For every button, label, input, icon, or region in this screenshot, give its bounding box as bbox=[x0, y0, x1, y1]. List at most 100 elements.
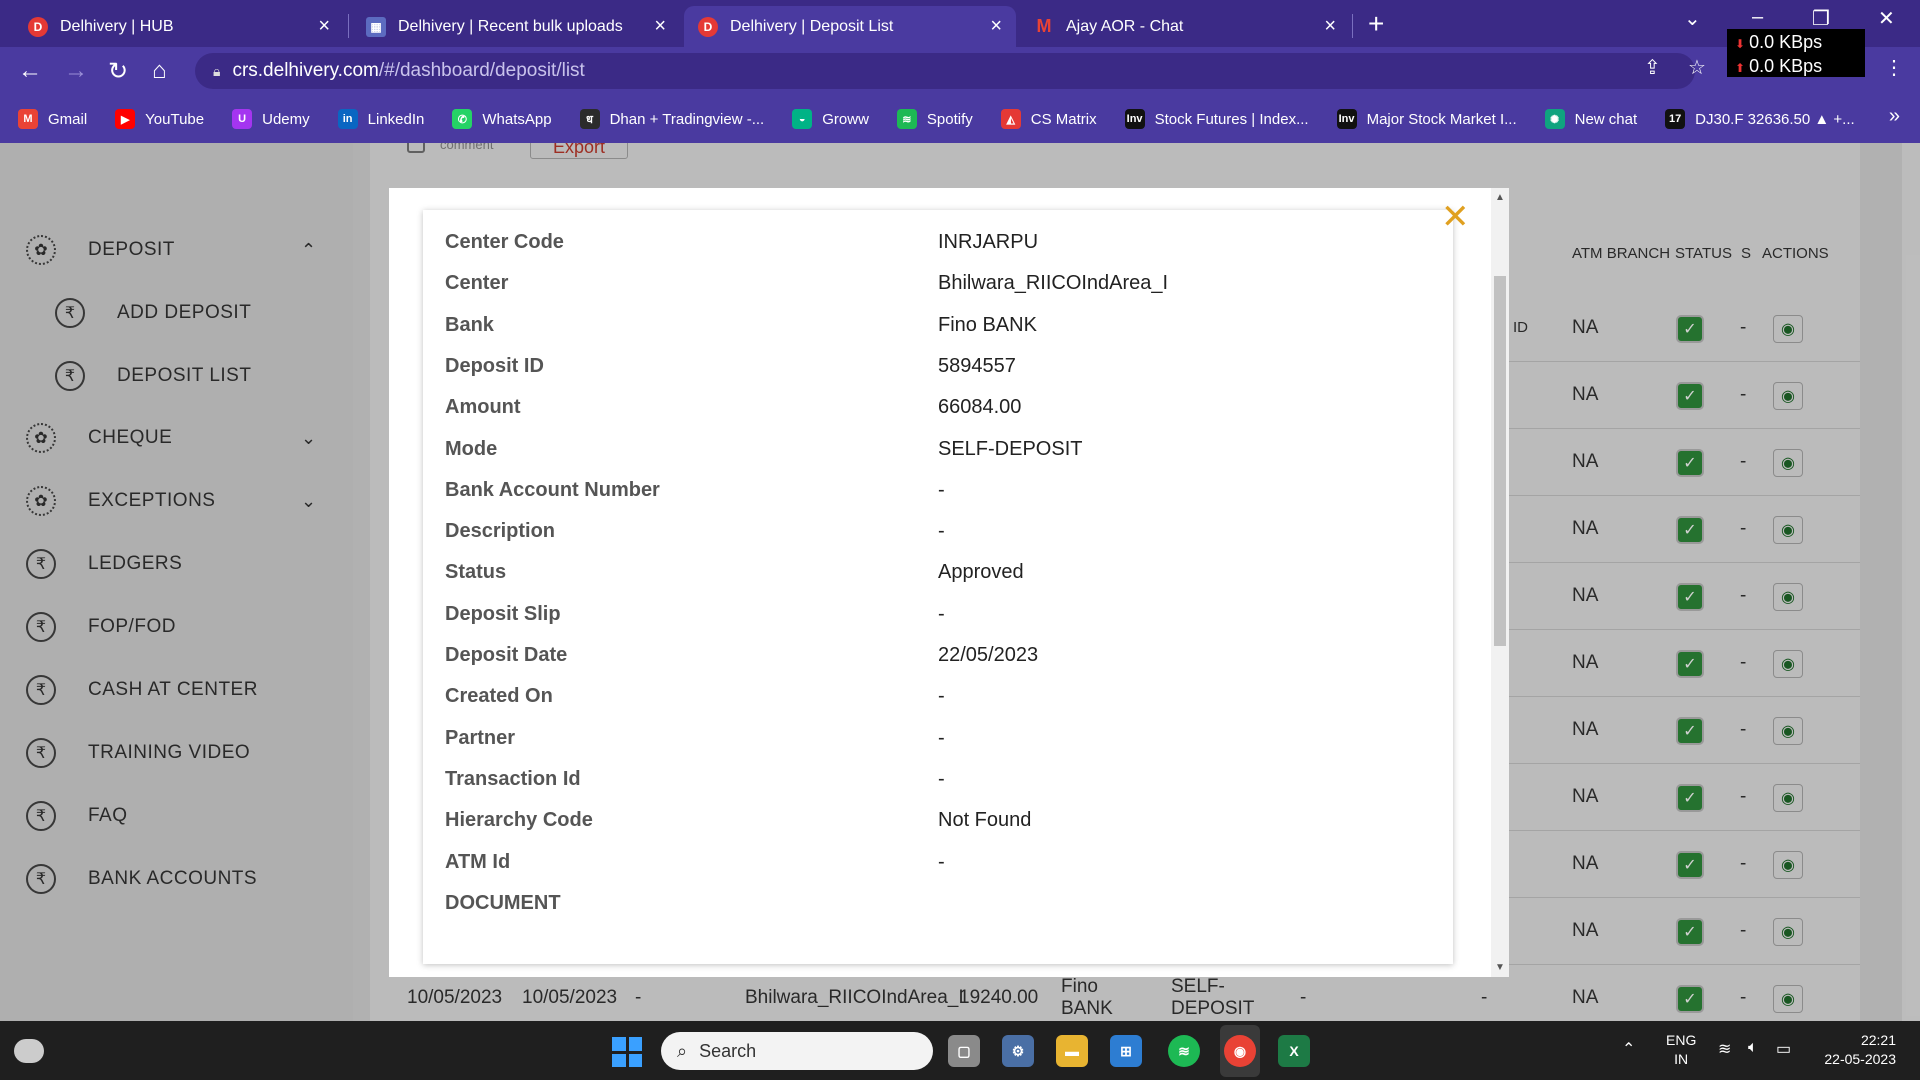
detail-label: Mode bbox=[445, 437, 498, 460]
detail-value: Bhilwara_RIICOIndArea_I bbox=[938, 272, 1169, 295]
bookmark-item[interactable]: ▶ YouTube bbox=[115, 109, 204, 129]
bookmark-icon: ◒ bbox=[792, 109, 813, 129]
back-arrow-icon[interactable]: ← bbox=[18, 57, 42, 85]
clock-date: 22-05-2023 bbox=[1824, 1051, 1896, 1067]
menu-dots-icon[interactable]: ⋮ bbox=[1884, 55, 1904, 80]
bookmark-item[interactable]: U Udemy bbox=[232, 109, 310, 129]
detail-row-document: DOCUMENT bbox=[423, 892, 1423, 924]
home-icon[interactable]: ⌂ bbox=[152, 57, 167, 85]
bookmark-item[interactable]: Inv Stock Futures | Index... bbox=[1124, 109, 1309, 129]
detail-value: - bbox=[938, 850, 945, 873]
clock[interactable]: 22:21 22-05-2023 bbox=[1818, 1031, 1896, 1069]
bookmark-icon: ◭ bbox=[1000, 109, 1021, 129]
address-bar-row: ← → ↻ ⌂ 🔒︎ crs.delhivery.com /#/dashboar… bbox=[0, 47, 1920, 95]
detail-label: Center Code bbox=[445, 231, 564, 253]
excel-icon[interactable]: X bbox=[1278, 1035, 1310, 1067]
lock-icon[interactable]: 🔒︎ bbox=[213, 63, 220, 80]
detail-value: 22/05/2023 bbox=[938, 644, 1039, 666]
bookmarks-bar: M Gmail ▶ YouTube U Udemy in LinkedIn ✆ WhatsApp ध… bbox=[0, 95, 1920, 143]
tab-title: Delhivery | Recent bulk uploads bbox=[398, 17, 623, 35]
minimize-button[interactable]: – bbox=[1752, 6, 1763, 29]
detail-label: Partner bbox=[445, 726, 516, 749]
detail-value: - bbox=[938, 767, 945, 790]
url-host: crs.delhivery.com bbox=[232, 60, 379, 81]
bookmark-icon: ✆ bbox=[452, 109, 473, 129]
tab-divider bbox=[348, 14, 349, 38]
bookmark-item[interactable]: 17 DJ30.F 32636.50 ▲ +... bbox=[1665, 109, 1855, 129]
bookmark-item[interactable]: ◭ CS Matrix bbox=[1000, 109, 1097, 129]
tab-gmail-chat[interactable]: M Ajay AOR - Chat × bbox=[1020, 6, 1350, 47]
bookmark-item[interactable]: ◒ Groww bbox=[792, 109, 869, 129]
bookmark-icon: ≋ bbox=[896, 109, 917, 129]
detail-label: Created On bbox=[445, 685, 553, 708]
scroll-up-arrow-icon[interactable]: ▲ bbox=[1495, 192, 1505, 203]
language-indicator[interactable]: ENG IN bbox=[1666, 1031, 1696, 1069]
close-window-button[interactable]: ✕ bbox=[1878, 6, 1895, 31]
windows-taskbar: ⌕ Search ▢ ⚙ ▬ ⊞ ≋ ◉ X ⌃ ENG IN ≋ 🔈︎ ▭ 2… bbox=[0, 1021, 1920, 1080]
tab-deposit-list[interactable]: D Delhivery | Deposit List × bbox=[684, 6, 1016, 47]
scrollbar-thumb[interactable] bbox=[1494, 276, 1506, 646]
detail-row-partner: Partner - bbox=[423, 727, 1423, 759]
detail-row-status: Status Approved bbox=[423, 561, 1423, 593]
bookmark-label: DJ30.F 32636.50 ▲ +... bbox=[1695, 110, 1855, 128]
close-icon[interactable]: × bbox=[318, 15, 330, 38]
bookmark-icon: M bbox=[18, 109, 38, 129]
bookmark-icon: ✺ bbox=[1544, 109, 1565, 129]
tab-bulk-uploads[interactable]: ▦ Delhivery | Recent bulk uploads × bbox=[352, 6, 680, 47]
modal-scrollbar[interactable]: ▲ ▼ bbox=[1491, 188, 1509, 977]
bookmark-label: Stock Futures | Index... bbox=[1154, 110, 1309, 128]
detail-value: Not Found bbox=[938, 809, 1032, 832]
deposit-detail-card: Center Code INRJARPU Center Bhilwara_RIICOI… bbox=[423, 210, 1453, 964]
bookmark-label: Spotify bbox=[926, 110, 973, 128]
close-icon[interactable]: × bbox=[654, 15, 666, 38]
detail-value: - bbox=[938, 685, 945, 708]
bookmark-item[interactable]: ≋ Spotify bbox=[896, 109, 973, 129]
bookmark-label: Udemy bbox=[262, 110, 310, 128]
tab-delhivery-hub[interactable]: D Delhivery | HUB × bbox=[14, 6, 344, 47]
bookmark-icon: U bbox=[232, 109, 253, 129]
weather-icon[interactable] bbox=[14, 1039, 44, 1063]
bookmark-item[interactable]: ध Dhan + Tradingview -... bbox=[579, 109, 764, 129]
close-icon[interactable]: ✕ bbox=[1441, 200, 1470, 234]
task-view-icon[interactable]: ▢ bbox=[948, 1035, 980, 1067]
share-icon[interactable]: ⇪ bbox=[1644, 55, 1661, 80]
delhivery-icon: D bbox=[698, 16, 718, 37]
store-icon[interactable]: ⊞ bbox=[1110, 1035, 1142, 1067]
start-button[interactable] bbox=[612, 1037, 642, 1067]
file-explorer-icon[interactable]: ▬ bbox=[1056, 1035, 1088, 1067]
tray-chevron-icon[interactable]: ⌃ bbox=[1622, 1039, 1635, 1059]
bookmark-item[interactable]: Inv Major Stock Market I... bbox=[1336, 109, 1517, 129]
bookmark-label: LinkedIn bbox=[367, 110, 425, 128]
spotify-icon[interactable]: ≋ bbox=[1168, 1035, 1200, 1067]
close-icon[interactable]: × bbox=[990, 15, 1002, 38]
wifi-icon[interactable]: ≋ bbox=[1718, 1039, 1731, 1059]
bookmark-star-icon[interactable]: ☆ bbox=[1688, 55, 1706, 80]
close-icon[interactable]: × bbox=[1324, 15, 1336, 38]
bookmark-icon: ध bbox=[579, 109, 600, 129]
bookmark-label: Major Stock Market I... bbox=[1366, 110, 1517, 128]
volume-icon[interactable]: 🔈︎ bbox=[1748, 1039, 1758, 1057]
new-tab-button[interactable]: + bbox=[1368, 8, 1384, 40]
bookmark-icon: Inv bbox=[1124, 109, 1145, 129]
taskbar-search[interactable]: ⌕ Search bbox=[661, 1032, 933, 1070]
detail-row-center: Center Bhilwara_RIICOIndArea_I bbox=[423, 272, 1423, 304]
restore-button[interactable]: ❐ bbox=[1812, 6, 1830, 31]
bookmark-item[interactable]: ✆ WhatsApp bbox=[452, 109, 552, 129]
battery-icon[interactable]: ▭ bbox=[1776, 1039, 1791, 1059]
reload-icon[interactable]: ↻ bbox=[108, 57, 128, 86]
upload-arrow-icon: ⬆ bbox=[1735, 61, 1746, 75]
grid-icon: ▦ bbox=[366, 16, 386, 37]
scroll-down-arrow-icon[interactable]: ▼ bbox=[1495, 962, 1505, 973]
bookmark-item[interactable]: M Gmail bbox=[18, 109, 87, 129]
forward-arrow-icon[interactable]: → bbox=[64, 57, 88, 85]
more-bookmarks-chevron-icon[interactable]: » bbox=[1889, 105, 1900, 128]
settings-gear-icon[interactable]: ⚙ bbox=[1002, 1035, 1034, 1067]
bookmark-item[interactable]: in LinkedIn bbox=[337, 109, 425, 129]
detail-row-deposit-id: Deposit ID 5894557 bbox=[423, 355, 1423, 387]
bookmark-item[interactable]: ✺ New chat bbox=[1544, 109, 1637, 129]
tab-search-chevron-icon[interactable]: ⌄ bbox=[1684, 6, 1701, 31]
detail-row-amount: Amount 66084.00 bbox=[423, 396, 1423, 428]
detail-row-description: Description - bbox=[423, 520, 1423, 552]
chrome-icon[interactable]: ◉ bbox=[1224, 1035, 1256, 1067]
url-bar[interactable]: 🔒︎ crs.delhivery.com /#/dashboard/deposi… bbox=[195, 53, 1695, 89]
